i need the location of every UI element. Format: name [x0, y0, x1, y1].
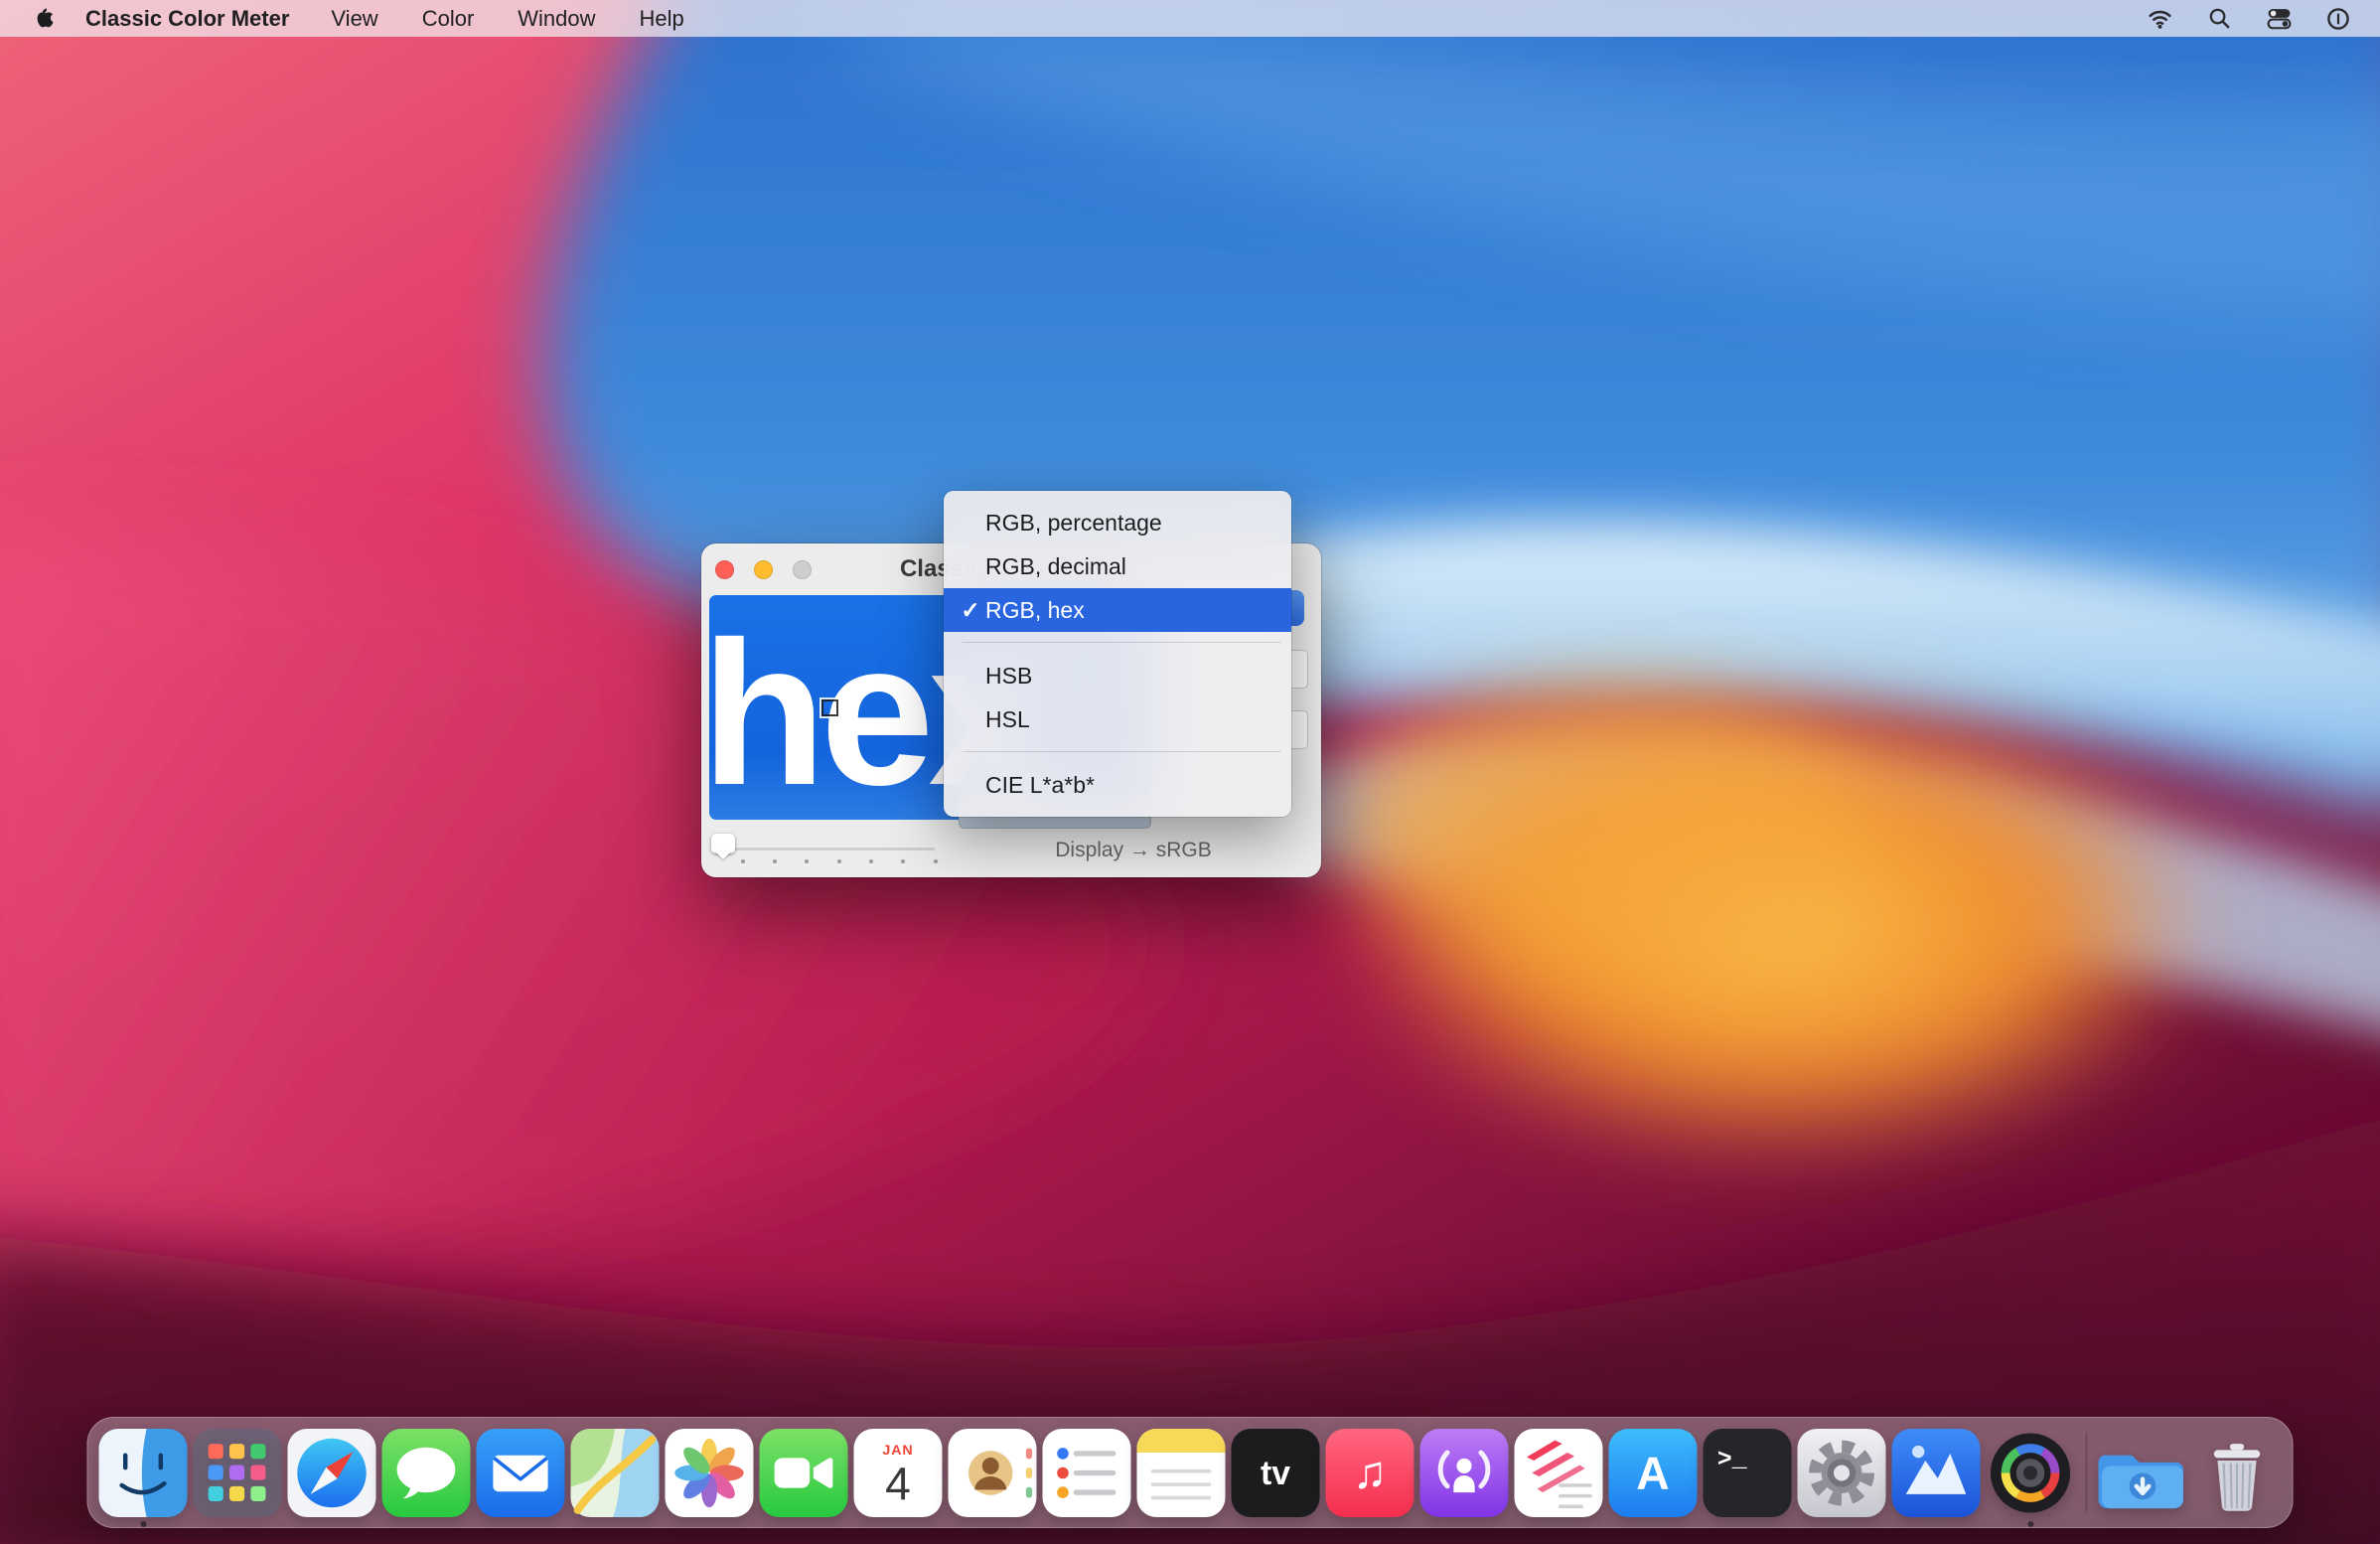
dock-item-system-preferences[interactable] — [1798, 1429, 1886, 1517]
photos-icon — [666, 1429, 754, 1517]
dock-item-podcasts[interactable] — [1420, 1429, 1509, 1517]
window-bottom-bar: Display → sRGB — [701, 826, 1321, 877]
desktop: Classic Color Meter View Color Window He… — [0, 0, 2380, 1544]
launchpad-icon — [194, 1429, 282, 1517]
color-mode-popup-menu: RGB, percentage RGB, decimal ✓ RGB, hex … — [944, 491, 1291, 817]
dock: JAN 4 — [87, 1417, 2294, 1528]
menu-bar: Classic Color Meter View Color Window He… — [0, 0, 2380, 37]
calendar-month: JAN — [882, 1442, 913, 1458]
dock-item-facetime[interactable] — [760, 1429, 848, 1517]
apple-icon — [32, 6, 54, 31]
messages-icon — [382, 1429, 471, 1517]
aperture-indicator — [821, 699, 838, 716]
checkmark-icon: ✓ — [958, 588, 983, 632]
system-preferences-icon — [1798, 1429, 1886, 1517]
dock-item-app-store[interactable]: A — [1609, 1429, 1698, 1517]
slider-tick — [741, 859, 745, 863]
reminders-icon — [1043, 1429, 1131, 1517]
dock-item-calendar[interactable]: JAN 4 — [854, 1429, 943, 1517]
dock-item-tv[interactable]: tv — [1232, 1429, 1320, 1517]
dock-item-trash[interactable] — [2193, 1429, 2282, 1517]
app-store-icon: A — [1609, 1429, 1698, 1517]
facetime-icon — [760, 1429, 848, 1517]
calendar-day: 4 — [885, 1458, 911, 1509]
dock-item-messages[interactable] — [382, 1429, 471, 1517]
dock-item-terminal[interactable]: >_ — [1704, 1429, 1792, 1517]
terminal-prompt: >_ — [1717, 1446, 1747, 1473]
blue-mountain-app-icon — [1892, 1429, 1981, 1517]
minimize-button[interactable] — [754, 560, 773, 579]
dock-item-classic-color-meter[interactable] — [1987, 1429, 2075, 1517]
slider-tick — [773, 859, 777, 863]
dock-item-news[interactable] — [1515, 1429, 1603, 1517]
slider-tick — [869, 859, 873, 863]
dock-item-music[interactable]: ♫ — [1326, 1429, 1414, 1517]
menu-help[interactable]: Help — [640, 6, 684, 32]
dock-item-downloads[interactable] — [2099, 1429, 2187, 1517]
dock-item-notes[interactable] — [1137, 1429, 1226, 1517]
dock-item-contacts[interactable] — [949, 1429, 1037, 1517]
dock-item-reminders[interactable] — [1043, 1429, 1131, 1517]
dock-divider — [2086, 1434, 2088, 1511]
tv-label: tv — [1261, 1455, 1290, 1492]
zoom-slider-thumb[interactable] — [711, 834, 735, 853]
menu-view[interactable]: View — [331, 6, 377, 32]
color-profile-status: Display → sRGB — [1029, 839, 1238, 862]
music-icon: ♫ — [1326, 1429, 1414, 1517]
slider-tick — [805, 859, 809, 863]
zoom-button[interactable] — [793, 560, 812, 579]
news-icon — [1515, 1429, 1603, 1517]
notes-icon — [1137, 1429, 1226, 1517]
app-store-letter: A — [1636, 1447, 1669, 1498]
menu-item-rgb-hex[interactable]: ✓ RGB, hex — [944, 588, 1291, 632]
search-icon[interactable] — [2205, 6, 2233, 32]
control-center-icon[interactable] — [2265, 6, 2293, 32]
wifi-icon[interactable] — [2146, 6, 2173, 32]
menu-color[interactable]: Color — [422, 6, 475, 32]
close-button[interactable] — [715, 560, 734, 579]
classic-color-meter-icon — [1987, 1429, 2075, 1517]
menu-item-rgb-percentage[interactable]: RGB, percentage — [944, 501, 1291, 544]
running-indicator — [2027, 1521, 2033, 1527]
music-note-glyph: ♫ — [1353, 1446, 1388, 1497]
zoom-slider-track[interactable] — [714, 848, 935, 850]
downloads-folder-icon — [2099, 1429, 2187, 1517]
menu-item-cie-lab[interactable]: CIE L*a*b* — [944, 763, 1291, 807]
dock-item-finder[interactable] — [99, 1429, 188, 1517]
menu-separator — [963, 642, 1281, 643]
mail-icon — [477, 1429, 565, 1517]
slider-tick — [901, 859, 905, 863]
slider-tick — [837, 859, 841, 863]
menu-separator — [963, 751, 1281, 752]
slider-tick — [934, 859, 938, 863]
apple-menu[interactable] — [32, 6, 56, 32]
calendar-icon: JAN 4 — [854, 1429, 943, 1517]
dock-item-photos[interactable] — [666, 1429, 754, 1517]
menu-item-hsb[interactable]: HSB — [944, 654, 1291, 697]
trash-icon — [2193, 1429, 2282, 1517]
menu-item-rgb-decimal[interactable]: RGB, decimal — [944, 544, 1291, 588]
finder-icon — [99, 1429, 188, 1517]
dock-item-launchpad[interactable] — [194, 1429, 282, 1517]
menu-window[interactable]: Window — [518, 6, 595, 32]
menu-item-hsl[interactable]: HSL — [944, 697, 1291, 741]
maps-icon — [571, 1429, 660, 1517]
dock-item-maps[interactable] — [571, 1429, 660, 1517]
app-menu-title[interactable]: Classic Color Meter — [85, 6, 289, 32]
dock-item-blue-app[interactable] — [1892, 1429, 1981, 1517]
contacts-icon — [949, 1429, 1037, 1517]
dock-item-mail[interactable] — [477, 1429, 565, 1517]
siri-icon[interactable] — [2324, 6, 2352, 32]
apple-tv-icon: tv — [1232, 1429, 1320, 1517]
safari-icon — [288, 1429, 376, 1517]
running-indicator — [140, 1521, 146, 1527]
podcasts-icon — [1420, 1429, 1509, 1517]
terminal-icon: >_ — [1704, 1429, 1792, 1517]
dock-item-safari[interactable] — [288, 1429, 376, 1517]
